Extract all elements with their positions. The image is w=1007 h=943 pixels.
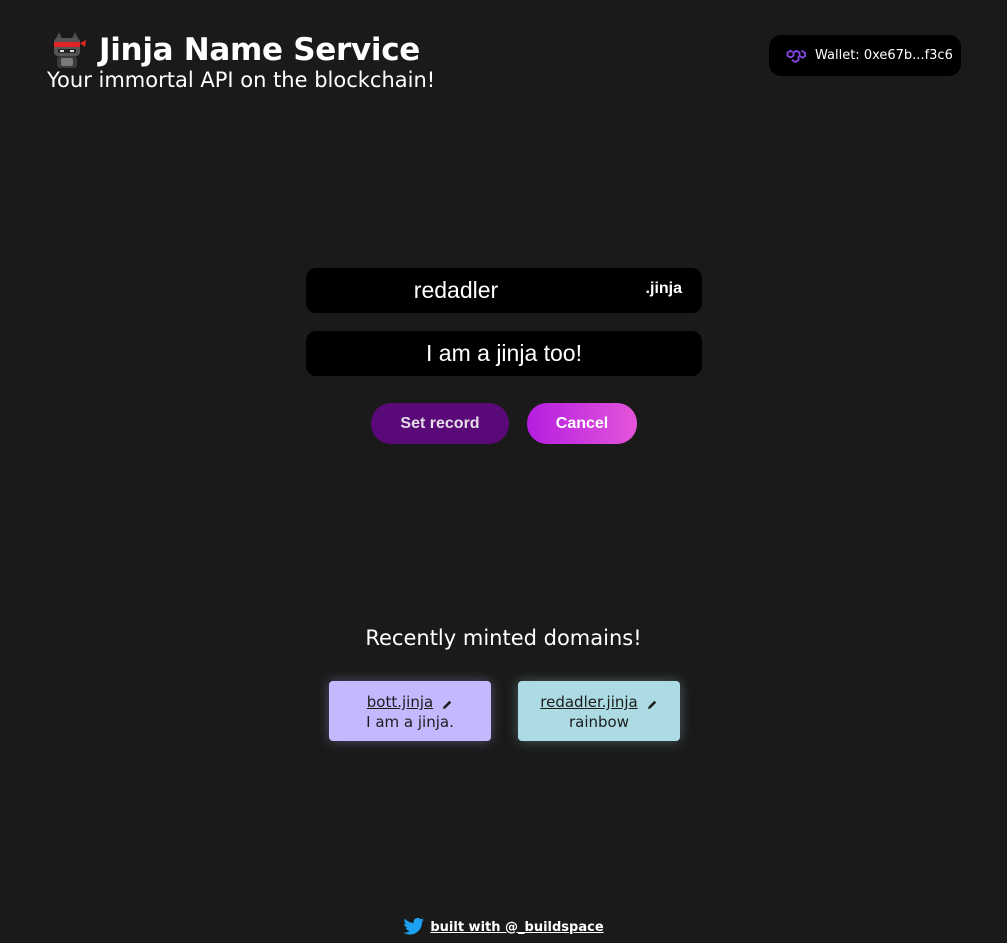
domain-card: bott.jinja I am a jinja. [329,681,491,741]
domain-record: I am a jinja. [366,713,454,731]
record-field [306,331,702,376]
cancel-button[interactable]: Cancel [527,403,637,444]
page-subtitle: Your immortal API on the blockchain! [47,68,436,92]
edit-pencil-icon[interactable] [441,696,453,709]
tld-suffix: .jinja [645,280,682,297]
domain-input[interactable] [306,277,606,304]
set-record-button[interactable]: Set record [371,403,509,444]
wallet-badge[interactable]: Wallet: 0xe67b...f3c6 [769,35,961,76]
domain-link[interactable]: bott.jinja [367,693,433,711]
ninja-cat-icon [47,30,87,70]
brand: Jinja Name Service Your immortal API on … [47,30,435,94]
brand-row: Jinja Name Service [47,30,435,70]
twitter-icon [403,917,425,937]
record-input[interactable] [306,340,702,367]
domain-card: redadler.jinja rainbow [518,681,680,741]
domain-record: rainbow [569,713,629,731]
buildspace-link[interactable]: built with @_buildspace [430,920,603,935]
recent-domains-title: Recently minted domains! [365,626,642,650]
page-title: Jinja Name Service [99,32,421,68]
domain-field: .jinja [306,268,702,313]
polygon-icon [785,45,807,67]
domain-card-head: bott.jinja [329,692,491,712]
wallet-label: Wallet: 0xe67b...f3c6 [815,48,953,63]
page: Jinja Name Service Your immortal API on … [0,0,1007,943]
domain-card-head: redadler.jinja [518,692,680,712]
domain-link[interactable]: redadler.jinja [540,693,637,711]
footer: built with @_buildspace [0,917,1007,937]
edit-pencil-icon[interactable] [646,696,658,709]
